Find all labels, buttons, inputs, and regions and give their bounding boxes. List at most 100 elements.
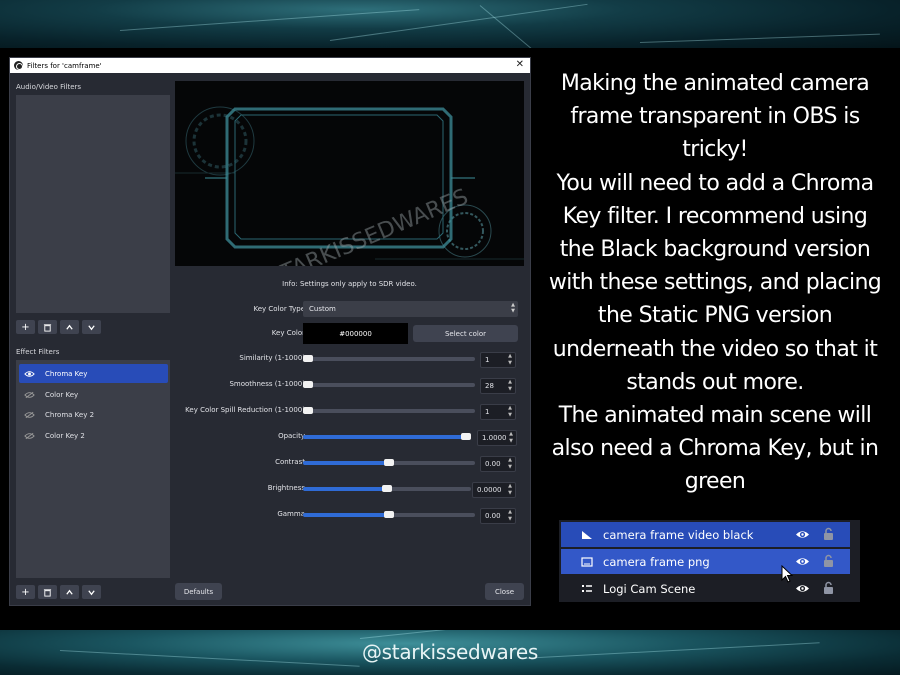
- key-color-type-select[interactable]: Custom ▲ ▼: [303, 301, 518, 317]
- effect-filters-list[interactable]: Chroma Key Color Key Chroma Key 2 Color …: [16, 360, 170, 578]
- slider-value-spinbox[interactable]: 0.00 ▲ ▼: [480, 456, 516, 472]
- spin-arrows-icon[interactable]: ▲ ▼: [506, 431, 516, 445]
- slider-value: 0.0000: [477, 486, 502, 494]
- instructions-line: frame transparent in OBS is: [570, 104, 860, 130]
- instructions-line: underneath the video so that it: [552, 336, 878, 362]
- move-audio-filter-up-button[interactable]: [60, 320, 79, 334]
- move-audio-filter-down-button[interactable]: [82, 320, 101, 334]
- info-text: Info: Settings only apply to SDR video.: [282, 280, 417, 288]
- instructions-line: the Black background version: [559, 237, 871, 263]
- effect-filter-label: Color Key 2: [45, 431, 85, 440]
- slider-fill: [303, 487, 387, 491]
- spin-arrows-icon[interactable]: ▲ ▼: [505, 353, 515, 367]
- slider-label: Smoothness (1-1000): [229, 380, 305, 388]
- source-item-camera-frame-png[interactable]: camera frame png: [561, 549, 850, 574]
- instructions-line: green: [684, 469, 746, 495]
- slider-handle[interactable]: [384, 459, 394, 466]
- move-effect-filter-down-button[interactable]: [82, 585, 101, 599]
- slider-value-spinbox[interactable]: 28 ▲ ▼: [480, 378, 516, 394]
- plus-icon: +: [21, 321, 30, 333]
- slider-label: Similarity (1-1000): [239, 354, 305, 362]
- media-source-icon: [582, 531, 592, 539]
- slider-handle[interactable]: [461, 433, 471, 440]
- trash-icon: [43, 588, 52, 597]
- eye-hidden-icon[interactable]: [24, 391, 35, 399]
- eye-hidden-icon[interactable]: [24, 411, 35, 419]
- add-effect-filter-button[interactable]: +: [16, 585, 35, 599]
- slider-track[interactable]: [303, 355, 475, 362]
- slider-value-spinbox[interactable]: 0.0000 ▲ ▼: [472, 482, 516, 498]
- effect-filter-item-chroma-key-2[interactable]: Chroma Key 2: [19, 405, 168, 424]
- eye-icon[interactable]: [795, 556, 810, 567]
- plus-icon: +: [21, 586, 30, 598]
- instructions-line: The animated main scene will: [558, 403, 872, 429]
- slider-value-spinbox[interactable]: 1 ▲ ▼: [480, 352, 516, 368]
- slider-handle[interactable]: [303, 381, 314, 388]
- slider-label: Brightness: [267, 484, 305, 492]
- source-item-logi-cam-scene[interactable]: Logi Cam Scene: [561, 576, 850, 601]
- chevron-up-icon: [66, 324, 73, 330]
- instructions-line: stands out more.: [626, 369, 804, 395]
- close-button[interactable]: Close: [485, 583, 524, 600]
- slider-handle[interactable]: [382, 485, 392, 492]
- remove-effect-filter-button[interactable]: [38, 585, 57, 599]
- slider-track[interactable]: [303, 407, 475, 414]
- lock-icon[interactable]: [823, 554, 834, 567]
- close-icon[interactable]: ✕: [516, 59, 524, 70]
- preview-watermark: STARKISSEDWARES: [265, 185, 472, 266]
- spin-arrows-icon[interactable]: ▲ ▼: [505, 457, 515, 471]
- lock-icon[interactable]: [823, 527, 834, 540]
- instructions-line: tricky!: [682, 137, 748, 163]
- instructions-line: Making the animated camera: [560, 71, 870, 96]
- mouse-cursor-icon: [781, 565, 793, 583]
- spin-arrows-icon[interactable]: ▲ ▼: [505, 509, 515, 523]
- slider-value: 0.00: [485, 512, 501, 520]
- slider-handle[interactable]: [303, 407, 313, 414]
- source-label: camera frame png: [603, 554, 710, 569]
- lock-icon[interactable]: [823, 581, 834, 594]
- filters-dialog: Filters for 'camframe' ✕ Audio/Video Fil…: [9, 57, 531, 606]
- eye-icon[interactable]: [24, 370, 35, 378]
- spin-arrows-icon[interactable]: ▲ ▼: [505, 405, 515, 419]
- select-color-button[interactable]: Select color: [413, 325, 518, 342]
- chevron-down-icon: [88, 589, 95, 595]
- instructions-line: Key filter. I recommend using: [562, 203, 868, 229]
- instructions-line: also need a Chroma Key, but in: [551, 436, 879, 462]
- slider-value-spinbox[interactable]: 1 ▲ ▼: [480, 404, 516, 420]
- slider-track[interactable]: [303, 511, 475, 518]
- slider-track[interactable]: [303, 459, 475, 466]
- camera-frame-preview-image: STARKISSEDWARES: [175, 106, 524, 266]
- slider-handle[interactable]: [303, 355, 313, 362]
- slider-value-spinbox[interactable]: 1.0000 ▲ ▼: [477, 430, 517, 446]
- eye-icon[interactable]: [795, 583, 810, 594]
- slider-value: 1: [485, 356, 490, 364]
- audio-video-filters-list[interactable]: [16, 95, 170, 313]
- effect-filter-item-color-key[interactable]: Color Key: [19, 385, 168, 404]
- eye-icon[interactable]: [795, 529, 810, 540]
- slider-fill: [303, 461, 389, 465]
- add-audio-filter-button[interactable]: +: [16, 320, 35, 334]
- slider-handle[interactable]: [384, 511, 394, 518]
- effect-filter-item-color-key-2[interactable]: Color Key 2: [19, 426, 168, 445]
- slider-track[interactable]: [303, 381, 475, 388]
- effect-filter-label: Chroma Key 2: [45, 410, 95, 419]
- slider-label: Gamma: [277, 510, 305, 518]
- spin-arrows-icon[interactable]: ▲ ▼: [505, 379, 515, 393]
- effect-filter-label: Color Key: [45, 390, 79, 399]
- effect-filter-item-chroma-key[interactable]: Chroma Key: [19, 364, 168, 383]
- instructions-text: Making the animated camera frame transpar…: [535, 67, 895, 499]
- slider-value-spinbox[interactable]: 0.00 ▲ ▼: [480, 508, 516, 524]
- slider-track[interactable]: [303, 485, 471, 492]
- audio-video-filters-label: Audio/Video Filters: [16, 83, 82, 91]
- eye-hidden-icon[interactable]: [24, 432, 35, 440]
- move-effect-filter-up-button[interactable]: [60, 585, 79, 599]
- defaults-button[interactable]: Defaults: [175, 583, 222, 600]
- sources-list-panel: camera frame video black camera frame pn…: [559, 520, 860, 602]
- source-item-camera-frame-video-black[interactable]: camera frame video black: [561, 522, 850, 547]
- dialog-titlebar: Filters for 'camframe' ✕: [10, 58, 530, 73]
- remove-audio-filter-button[interactable]: [38, 320, 57, 334]
- slider-track[interactable]: [303, 433, 471, 440]
- background-top-band: [0, 0, 900, 48]
- spin-arrows-icon[interactable]: ▲ ▼: [505, 483, 515, 497]
- chevron-down-icon: [88, 324, 95, 330]
